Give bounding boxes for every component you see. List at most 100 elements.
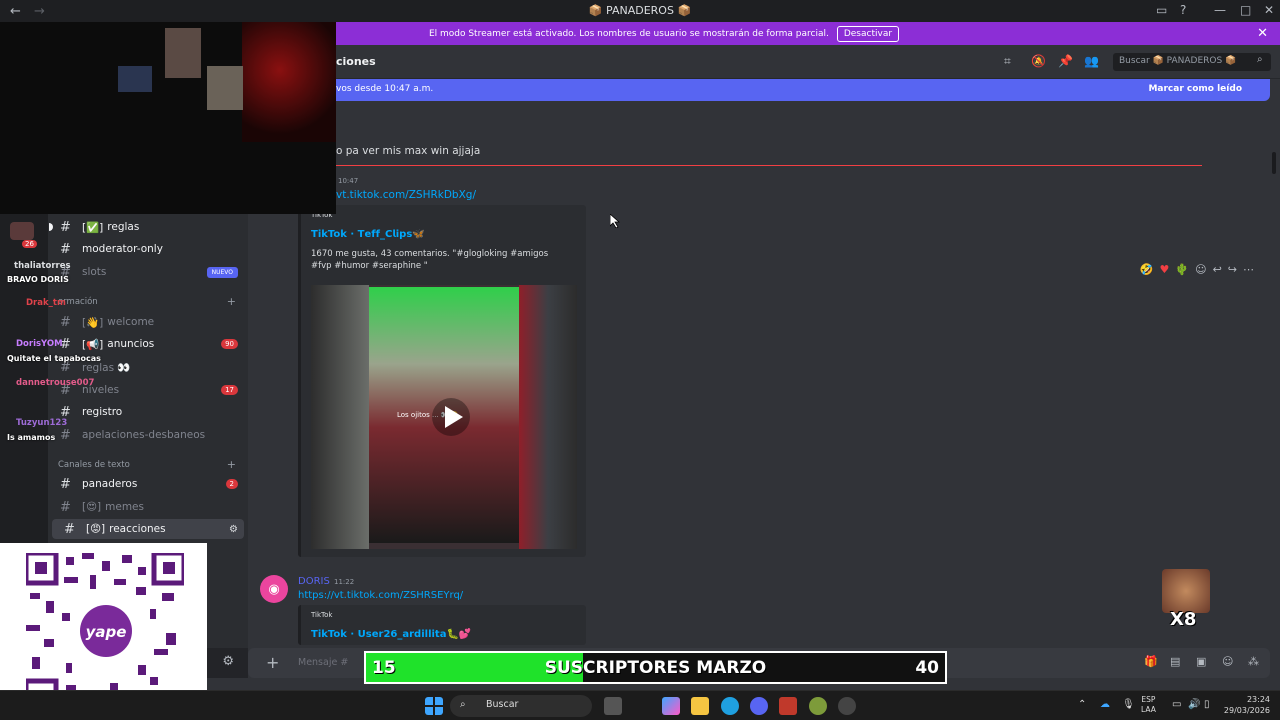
search-icon: ⌕ bbox=[1257, 54, 1263, 65]
maximize-icon[interactable]: □ bbox=[1240, 3, 1251, 17]
member-list-icon[interactable]: 👥 bbox=[1084, 54, 1099, 68]
reply-icon[interactable]: ↩ bbox=[1213, 263, 1222, 276]
channel-panaderos[interactable]: # panaderos 2 bbox=[48, 474, 248, 494]
pin-icon[interactable]: 📌 bbox=[1058, 54, 1073, 68]
tiktok-embed: TikTok TikTok · User26_ardillita🐛💕 bbox=[298, 605, 586, 645]
channel-prefix: [😡] bbox=[86, 523, 106, 535]
window-title: 📦 PANADEROS 📦 bbox=[588, 4, 692, 17]
emoji-icon[interactable]: ☺ bbox=[1222, 655, 1233, 668]
threads-icon[interactable]: ⌗ bbox=[1004, 54, 1011, 69]
react-laugh-icon[interactable]: 🤣 bbox=[1140, 263, 1154, 276]
channel-welcome[interactable]: # [👋] welcome bbox=[48, 312, 248, 332]
channel-label: memes bbox=[105, 501, 144, 513]
file-explorer-icon[interactable] bbox=[691, 697, 709, 715]
forward-icon[interactable]: ↪ bbox=[1228, 263, 1237, 276]
sticker-icon[interactable]: ▣ bbox=[1196, 655, 1206, 668]
gift-icon[interactable]: 🎁 bbox=[1144, 655, 1158, 668]
new-messages-bar[interactable]: vos desde 10:47 a.m. Marcar como leído bbox=[330, 79, 1270, 101]
inbox-icon[interactable]: ▭ bbox=[1156, 3, 1167, 17]
battery-icon[interactable]: ▯ bbox=[1204, 699, 1210, 710]
react-heart-icon[interactable]: ♥ bbox=[1160, 263, 1170, 276]
gif-icon[interactable]: ▤ bbox=[1170, 655, 1180, 668]
clock[interactable]: 23:24 29/03/2026 bbox=[1224, 694, 1270, 716]
chat-message: Is amamos bbox=[7, 433, 56, 442]
channel-slots[interactable]: # slots NUEVO bbox=[48, 262, 248, 282]
message-actions-bar: 🤣 ♥ 🌵 ☺ ↩ ↪ ⋯ bbox=[1140, 263, 1254, 276]
channel-prefix: [📢] bbox=[82, 338, 104, 351]
app-icon[interactable] bbox=[779, 697, 797, 715]
chat-username: DorisYOM bbox=[16, 339, 63, 349]
embed-provider: TikTok bbox=[311, 611, 333, 619]
apps-icon[interactable]: ⁂ bbox=[1248, 655, 1259, 668]
chat-message: Quitate el tapabocas bbox=[7, 354, 101, 363]
add-channel-icon[interactable]: + bbox=[227, 295, 236, 308]
more-options-icon[interactable]: ⋯ bbox=[1243, 263, 1254, 276]
copilot-icon[interactable] bbox=[662, 697, 680, 715]
gear-icon[interactable]: ⚙ bbox=[222, 654, 234, 669]
language-indicator[interactable]: ESP LAA bbox=[1141, 695, 1156, 715]
microphone-icon[interactable]: 🎙 bbox=[1122, 699, 1135, 710]
channel-reacciones[interactable]: # [😡] reacciones ⚙ bbox=[52, 519, 244, 539]
category-canales-de-texto[interactable]: Canales de texto bbox=[58, 460, 130, 470]
edge-icon[interactable] bbox=[721, 697, 739, 715]
video-thumbnail[interactable]: Los ojitos ... 👀🥺 bbox=[311, 285, 577, 549]
language-code: ESP bbox=[1141, 695, 1156, 704]
channel-label: reglas bbox=[107, 221, 140, 233]
message-input[interactable]: Mensaje # bbox=[298, 657, 348, 668]
channel-settings-icon[interactable]: ⚙ bbox=[229, 524, 238, 535]
task-view-icon[interactable] bbox=[604, 697, 622, 715]
clock-date: 29/03/2026 bbox=[1223, 706, 1270, 715]
react-emoji-icon[interactable]: 🌵 bbox=[1175, 263, 1189, 276]
play-icon[interactable] bbox=[431, 397, 471, 437]
hash-icon: # bbox=[64, 521, 75, 537]
close-window-icon[interactable]: ✕ bbox=[1264, 3, 1274, 17]
network-icon[interactable]: ▭ bbox=[1172, 699, 1181, 710]
tiktok-link[interactable]: vt.tiktok.com/ZSHRkDbXg/ bbox=[336, 189, 476, 201]
hash-icon: # bbox=[60, 336, 71, 352]
mouse-cursor-icon bbox=[610, 214, 620, 228]
windows-start-icon[interactable] bbox=[425, 697, 443, 715]
wall-poster bbox=[165, 28, 201, 78]
search-input[interactable]: Buscar 📦 PANADEROS 📦 bbox=[1113, 53, 1271, 71]
username[interactable]: DORIS bbox=[298, 576, 330, 587]
add-channel-icon[interactable]: + bbox=[227, 458, 236, 471]
chat-message: BRAVO DORIS bbox=[7, 275, 69, 284]
message-timestamp: 10:47 bbox=[338, 177, 359, 185]
discord-taskbar-icon[interactable] bbox=[750, 697, 768, 715]
add-attachment-icon[interactable]: + bbox=[266, 653, 279, 672]
clock-time: 23:24 bbox=[1246, 695, 1270, 704]
chevron-up-icon[interactable]: ⌃ bbox=[1078, 699, 1086, 710]
mute-bell-icon[interactable]: 🔕 bbox=[1031, 54, 1046, 68]
hash-icon: # bbox=[60, 219, 71, 235]
add-reaction-icon[interactable]: ☺ bbox=[1195, 263, 1206, 276]
channel-anuncios[interactable]: # [📢] anuncios 90 bbox=[48, 334, 248, 354]
channel-apelaciones[interactable]: # apelaciones-desbaneos bbox=[48, 425, 248, 445]
onedrive-icon[interactable]: ☁ bbox=[1100, 699, 1110, 710]
minimize-icon[interactable]: — bbox=[1214, 3, 1226, 17]
channel-reglas[interactable]: # [✅] reglas bbox=[48, 217, 248, 237]
taskbar-search[interactable]: Buscar bbox=[450, 695, 592, 717]
app-icon[interactable] bbox=[838, 697, 856, 715]
video-blur-right bbox=[519, 285, 577, 549]
channel-moderator-only[interactable]: # moderator-only bbox=[48, 239, 248, 259]
mark-as-read-button[interactable]: Marcar como leído bbox=[1148, 84, 1242, 94]
help-icon[interactable]: ? bbox=[1180, 3, 1186, 17]
hash-icon: # bbox=[60, 241, 71, 257]
chat-username: Tuzyun123 bbox=[16, 418, 68, 428]
tiktok-link[interactable]: https://vt.tiktok.com/ZSHRSEYrq/ bbox=[298, 590, 463, 601]
channel-label: slots bbox=[82, 266, 107, 278]
volume-icon[interactable]: 🔊 bbox=[1188, 699, 1200, 710]
mention-badge: 2 bbox=[225, 479, 238, 489]
app-icon[interactable] bbox=[809, 697, 827, 715]
embed-title[interactable]: TikTok · User26_ardillita🐛💕 bbox=[311, 629, 471, 640]
embed-title[interactable]: TikTok · 𝗧𝗲𝗳𝗳_𝗖𝗹𝗶𝗽𝘀🦋 bbox=[311, 229, 425, 240]
channel-registro[interactable]: # registro bbox=[48, 402, 248, 422]
webcam-overlay bbox=[0, 22, 336, 214]
message-list: o pa ver mis max win ajjaja 🤣 ♥ 🌵 ☺ ↩ ↪ … bbox=[248, 101, 1270, 645]
avatar[interactable]: ◉ bbox=[260, 575, 288, 603]
channel-memes[interactable]: # [😍] memes bbox=[48, 497, 248, 517]
close-banner-icon[interactable]: ✕ bbox=[1257, 26, 1268, 41]
scrollbar[interactable] bbox=[1272, 152, 1276, 174]
deactivate-button[interactable]: Desactivar bbox=[836, 25, 900, 42]
channel-prefix: [😍] bbox=[82, 501, 102, 513]
